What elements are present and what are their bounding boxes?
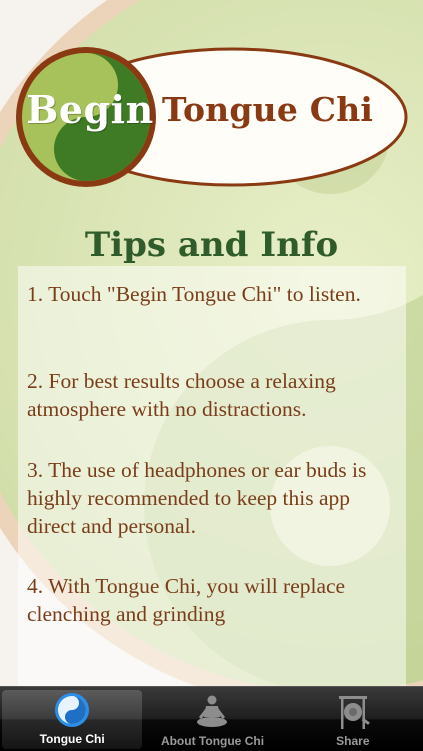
- tab-bar: Tongue Chi About Tongue Chi Share: [0, 686, 423, 751]
- gong-icon: [338, 696, 370, 729]
- tab-share[interactable]: Share: [283, 687, 423, 751]
- meditating-person-icon: [197, 695, 228, 727]
- yin-yang-icon: [55, 693, 90, 727]
- tips-heading: Tips and Info: [84, 225, 339, 265]
- tab-label: Share: [336, 734, 370, 748]
- tip-item: 4. With Tongue Chi, you will replace cle…: [27, 574, 346, 626]
- tip-item: 3. The use of headphones or ear buds is …: [27, 458, 367, 538]
- app-title: Tongue Chi: [162, 90, 374, 129]
- begin-tongue-chi-banner[interactable]: Begin Tongue Chi: [12, 44, 410, 194]
- tab-tongue-chi[interactable]: Tongue Chi: [2, 690, 143, 749]
- main-content: Begin Tongue Chi Tips and Info 1. Touch …: [0, 0, 423, 686]
- tab-label: Tongue Chi: [39, 732, 105, 746]
- tip-item: 1. Touch "Begin Tongue Chi" to listen.: [27, 282, 361, 306]
- tab-about-tongue-chi[interactable]: About Tongue Chi: [142, 687, 282, 751]
- tip-item: 2. For best results choose a relaxing at…: [27, 369, 336, 421]
- begin-button-label: Begin: [26, 87, 154, 132]
- tab-label: About Tongue Chi: [160, 734, 265, 748]
